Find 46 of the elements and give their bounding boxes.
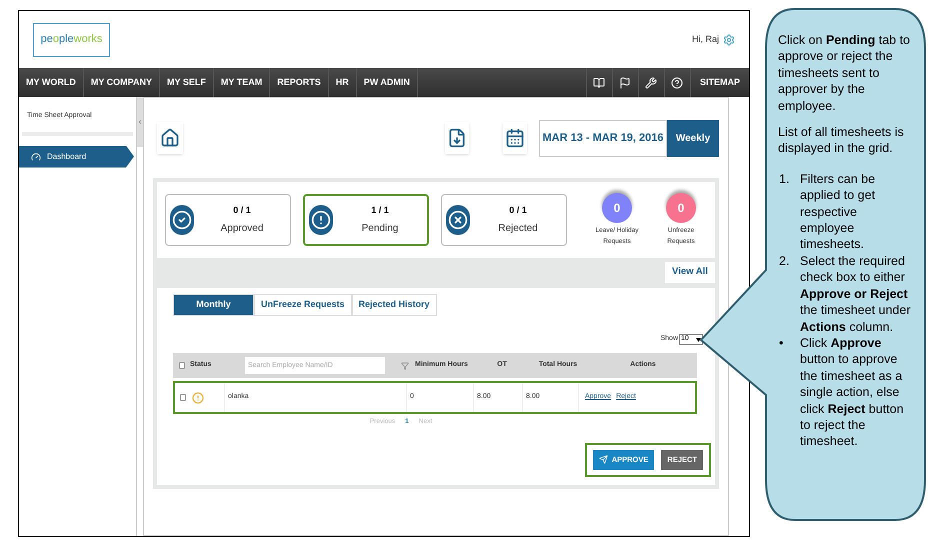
nav-item[interactable]: PW ADMIN [356, 68, 418, 97]
calendar-icon[interactable] [503, 122, 527, 154]
x-circle-icon [448, 210, 468, 230]
sidebar-item[interactable]: Dashboard [19, 146, 134, 168]
list-text: Select the required check box to either Approve or Reject the timesheet under Actions column. [800, 252, 911, 335]
card-label: Rejected [498, 222, 538, 236]
tab[interactable]: UnFreeze Requests [254, 294, 352, 316]
export-icon[interactable] [445, 122, 469, 154]
sitemap-link[interactable]: SITEMAP [690, 68, 749, 97]
caret-icon [696, 338, 701, 342]
nav-item[interactable]: REPORTS [270, 68, 329, 97]
alert-circle-icon [311, 210, 331, 230]
home-icon[interactable] [157, 122, 183, 154]
nav-item[interactable]: HR [328, 68, 357, 97]
list-text: Filters can be applied to get respective employee timesheets. [800, 170, 876, 253]
card-count: 0 / 1 [509, 204, 527, 217]
summary-card[interactable]: 1 / 1 Pending [303, 194, 429, 246]
weekly-button[interactable]: Weekly [667, 120, 719, 156]
logo: peopleworks [33, 22, 110, 56]
callout-text: List of all timesheets is displayed in the grid. [778, 124, 905, 157]
card-label: Approved [220, 222, 264, 236]
checkbox[interactable] [180, 394, 186, 401]
check-circle-icon [172, 210, 192, 230]
list-marker: 2. [778, 252, 790, 270]
card-count: 0 / 1 [233, 204, 251, 217]
collapse-handle[interactable] [137, 97, 143, 147]
pending-status-icon [192, 392, 204, 404]
settings-icon[interactable] [723, 34, 735, 46]
list-marker: • [778, 334, 784, 352]
card-count: 1 / 1 [371, 204, 389, 217]
nav-item[interactable]: MY TEAM [214, 68, 270, 97]
send-icon [598, 455, 608, 464]
summary-card[interactable]: 0 / 1 Rejected [441, 194, 567, 246]
tab[interactable]: Rejected History [352, 294, 437, 316]
list-marker: 1. [778, 170, 790, 188]
tab[interactable]: Monthly [173, 294, 254, 316]
checkbox[interactable] [179, 362, 185, 369]
gauge-icon [31, 152, 41, 162]
greeting: Hi, Raj [692, 32, 719, 46]
nav-item[interactable]: MY SELF [160, 68, 214, 97]
callout-text: Click on Pending tab to approve or reject the timesheets sent to approver by the employee. [778, 32, 911, 114]
card-label: Pending [362, 222, 398, 236]
view-all-button[interactable]: View All [665, 262, 715, 283]
list-text: Click Approve button to approve the timesheet as a single action, else click Reject button to reject the timesheet. [800, 334, 905, 450]
date-range: MAR 13 - MAR 19, 2016 [539, 120, 667, 156]
summary-card[interactable]: 0 / 1 Approved [165, 194, 291, 246]
